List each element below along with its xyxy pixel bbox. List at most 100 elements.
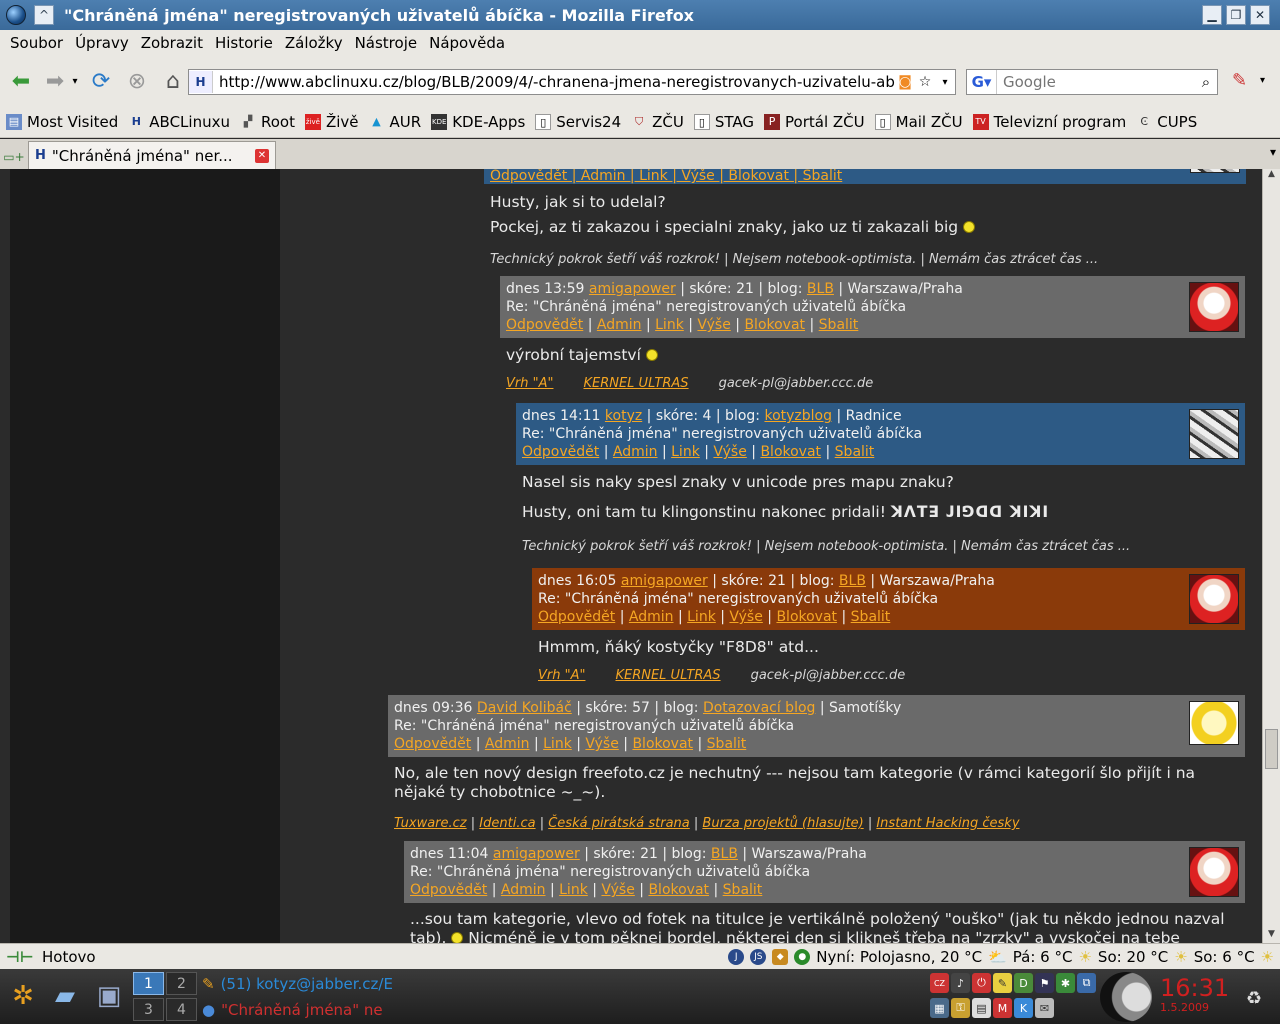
search-input[interactable]	[997, 73, 1195, 91]
close-button[interactable]: ✕	[1250, 5, 1270, 25]
maximize-button[interactable]: ❐	[1226, 5, 1246, 25]
collapse-link[interactable]: Sbalit	[819, 317, 859, 333]
up-link[interactable]: Výše	[697, 317, 730, 333]
extension-icon[interactable]: ✎	[1232, 70, 1256, 94]
permalink[interactable]: Link	[655, 317, 684, 333]
bookmark-mail-zcu[interactable]: ▯ Mail ZČU	[874, 113, 963, 131]
desktop-4[interactable]: 4	[166, 998, 197, 1021]
sig-link-kernel[interactable]: KERNEL ULTRAS	[615, 668, 720, 683]
search-magnifier-icon[interactable]: ⌕	[1195, 73, 1217, 91]
monitor-icon[interactable]: ▦	[930, 998, 949, 1018]
task-firefox[interactable]: ● "Chráněná jména" ne	[202, 1000, 392, 1020]
menu-napoveda[interactable]: Nápověda	[423, 34, 511, 52]
admin-link[interactable]: Admin	[485, 736, 530, 752]
bookmark-abclinuxu[interactable]: H ABCLinuxu	[128, 113, 230, 131]
up-link[interactable]: Výše	[601, 882, 634, 898]
new-tab-icon[interactable]: ▭+	[0, 145, 28, 169]
sig-link-vrh[interactable]: Vrh "A"	[538, 668, 585, 683]
blog-link[interactable]: BLB	[807, 281, 834, 297]
gmail-icon[interactable]: M	[993, 998, 1012, 1018]
tab-list-dropdown-icon[interactable]: ▾	[1270, 145, 1276, 159]
admin-link[interactable]: Admin	[597, 317, 642, 333]
terminal-icon[interactable]: ▣	[90, 977, 128, 1015]
collapse-link[interactable]: Sbalit	[835, 444, 875, 460]
up-link[interactable]: Výše	[585, 736, 618, 752]
site-identity-icon[interactable]: H	[189, 71, 213, 93]
bookmark-zcu[interactable]: ⛉ ZČU	[631, 113, 684, 131]
forward-arrow-icon[interactable]: ➡	[40, 66, 70, 96]
bookmark-tv-program[interactable]: TV Televizní program	[972, 113, 1126, 131]
author-link[interactable]: amigapower	[621, 573, 708, 589]
history-dropdown-icon[interactable]: ▾	[70, 66, 80, 96]
admin-link[interactable]: Admin	[613, 444, 658, 460]
desktop-3[interactable]: 3	[133, 998, 164, 1021]
menu-nastroje[interactable]: Nástroje	[349, 34, 424, 52]
permalink[interactable]: Link	[671, 444, 700, 460]
menu-zalozky[interactable]: Záložky	[279, 34, 349, 52]
javascript-j-icon[interactable]: J	[728, 948, 745, 965]
home-icon[interactable]: ⌂	[158, 66, 188, 96]
author-link[interactable]: David Kolibáč	[477, 700, 572, 716]
reply-link[interactable]: Odpovědět	[394, 736, 471, 752]
author-link[interactable]: kotyz	[605, 408, 642, 424]
notes-icon[interactable]: ✎	[993, 973, 1012, 993]
clock[interactable]: 16:31 1.5.2009	[1160, 975, 1240, 1015]
vertical-scrollbar[interactable]: ▲ ▼	[1262, 169, 1280, 943]
url-input[interactable]	[213, 73, 895, 91]
sig-link-kernel[interactable]: KERNEL ULTRAS	[583, 376, 688, 391]
collapse-link[interactable]: Sbalit	[707, 736, 747, 752]
network-icon[interactable]: ⧉	[1077, 973, 1096, 993]
scrollbar-thumb[interactable]	[1265, 729, 1278, 769]
block-link[interactable]: Blokovat	[744, 317, 805, 333]
collapse-link[interactable]: Sbalit	[723, 882, 763, 898]
keyboard-layout-icon[interactable]: CZ	[930, 973, 949, 993]
up-link[interactable]: Výše	[713, 444, 746, 460]
reply-link[interactable]: Odpovědět	[410, 882, 487, 898]
green-status-icon[interactable]: ●	[794, 948, 811, 965]
weather-now[interactable]: Nyní: Polojasno, 20 °C ⛅	[816, 948, 1007, 966]
bookmark-portal-zcu[interactable]: P Portál ZČU	[764, 113, 865, 131]
volume-icon[interactable]: ♪	[951, 973, 970, 993]
bookmark-root[interactable]: ▞ Root	[240, 113, 295, 131]
bookmark-zive[interactable]: živě Živě	[304, 113, 359, 131]
show-desktop-icon[interactable]: ▰	[46, 977, 84, 1015]
permalink[interactable]: Link	[543, 736, 572, 752]
reply-link[interactable]: Odpovědět	[538, 609, 615, 625]
weather-saturday[interactable]: So: 20 °C ☀	[1098, 948, 1188, 966]
reload-icon[interactable]: ⟳	[86, 66, 116, 96]
permalink[interactable]: Link	[687, 609, 716, 625]
search-bar[interactable]: G▾ ⌕	[966, 69, 1218, 95]
weather-sunday[interactable]: So: 6 °C ☀	[1194, 948, 1274, 966]
url-dropdown-icon[interactable]: ▾	[935, 77, 955, 88]
menu-soubor[interactable]: Soubor	[4, 34, 69, 52]
flag-icon[interactable]: ⚑	[1035, 973, 1054, 993]
blog-link[interactable]: kotyzblog	[764, 408, 832, 424]
extension-dropdown-icon[interactable]: ▾	[1260, 75, 1265, 86]
sig-link-instant-hacking[interactable]: Instant Hacking česky	[876, 816, 1019, 831]
author-link[interactable]: amigapower	[589, 281, 676, 297]
sig-link-tuxware[interactable]: Tuxware.cz	[394, 816, 467, 831]
up-link[interactable]: Výše	[729, 609, 762, 625]
url-bar[interactable]: H ◙ ☆ ▾	[188, 69, 956, 95]
bookmark-aur[interactable]: ▲ AUR	[369, 113, 421, 131]
dictionary-icon[interactable]: D	[1014, 973, 1033, 993]
desktop-2[interactable]: 2	[166, 972, 197, 995]
scroll-up-icon[interactable]: ▲	[1263, 169, 1280, 183]
firefox-icon[interactable]	[6, 5, 26, 25]
block-link[interactable]: Blokovat	[632, 736, 693, 752]
google-engine-icon[interactable]: G▾	[967, 70, 997, 94]
sig-link-pirati[interactable]: Česká pirátská strana	[548, 816, 690, 831]
menu-historie[interactable]: Historie	[209, 34, 279, 52]
blog-link[interactable]: BLB	[839, 573, 866, 589]
comment-actions[interactable]: Odpovědět | Admin | Link | Výše | Blokov…	[490, 169, 842, 184]
kde-menu-icon[interactable]: ✲	[4, 977, 42, 1015]
sig-link-vrh[interactable]: Vrh "A"	[506, 376, 553, 391]
sig-link-burza[interactable]: Burza projektů (hlasujte)	[702, 816, 863, 831]
block-link[interactable]: Blokovat	[776, 609, 837, 625]
desktop-1[interactable]: 1	[133, 972, 164, 995]
menu-upravy[interactable]: Úpravy	[69, 34, 135, 52]
reply-link[interactable]: Odpovědět	[522, 444, 599, 460]
bookmark-servis24[interactable]: ▯ Servis24	[535, 113, 621, 131]
window-menu-button[interactable]: ^	[34, 5, 54, 25]
bookmark-most-visited[interactable]: ▤ Most Visited	[6, 113, 118, 131]
